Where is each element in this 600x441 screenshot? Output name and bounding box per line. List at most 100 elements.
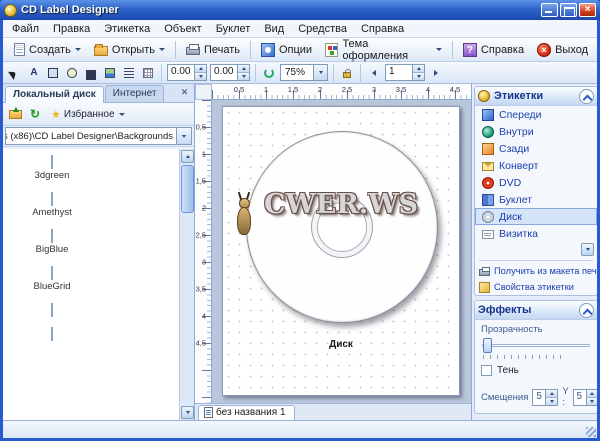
offset-y-spinner[interactable]: 5	[573, 389, 598, 406]
label-item-disc[interactable]: Диск	[475, 208, 597, 225]
grid-button[interactable]	[139, 64, 157, 82]
label-item-inside[interactable]: Внутри	[475, 123, 597, 140]
menu-booklet[interactable]: Буклет	[209, 21, 258, 37]
transparency-slider[interactable]	[481, 338, 591, 354]
label-page[interactable]: CWER.WS Диск	[222, 106, 460, 396]
tab-internet[interactable]: Интернет	[105, 85, 165, 102]
path-dropdown-button[interactable]	[176, 128, 191, 144]
menu-tools[interactable]: Средства	[291, 21, 354, 37]
label-item-dvd[interactable]: DVD	[475, 174, 597, 191]
label-item-booklet[interactable]: Буклет	[475, 191, 597, 208]
right-sidebar: Этикетки Спереди Внутри Сзади Конверт DV…	[471, 84, 600, 420]
thumbnail-image-amethyst[interactable]	[51, 192, 53, 206]
labels-icon	[478, 90, 490, 102]
thumbnail-image-3dgreen[interactable]	[51, 155, 53, 169]
close-button[interactable]: ×	[579, 3, 596, 17]
collapse-button[interactable]	[579, 303, 594, 318]
spin-buttons[interactable]	[545, 390, 557, 405]
ruler-tick-label: 2	[318, 85, 322, 94]
insert-rect-button[interactable]	[44, 64, 62, 82]
select-tool-button[interactable]	[6, 64, 24, 82]
align-button[interactable]	[120, 64, 138, 82]
insert-image-button[interactable]	[101, 64, 119, 82]
backgrounds-gallery: 3dgreen Amethyst BigBlue BlueGrid	[3, 149, 179, 420]
slider-thumb[interactable]	[483, 338, 492, 353]
favorites-button[interactable]: ★ Избранное	[46, 105, 130, 123]
y-position-value: 0.00	[211, 65, 237, 80]
spin-buttons[interactable]	[586, 390, 598, 405]
prev-page-button[interactable]	[365, 64, 383, 82]
next-page-button[interactable]	[427, 64, 445, 82]
background-thumbnail[interactable]	[12, 328, 92, 340]
y-position-spinner[interactable]: 0.00	[210, 64, 250, 81]
scroll-more-button[interactable]	[581, 243, 594, 256]
menu-view[interactable]: Вид	[257, 21, 291, 37]
background-thumbnail[interactable]: 3dgreen	[12, 156, 92, 181]
insert-line-button[interactable]	[82, 64, 100, 82]
label-item-back[interactable]: Сзади	[475, 140, 597, 157]
insert-text-button[interactable]: A	[25, 64, 43, 82]
ruler-tick-label: 3	[202, 258, 206, 267]
menu-help[interactable]: Справка	[354, 21, 411, 37]
cartoon-character[interactable]	[231, 193, 257, 239]
background-thumbnail[interactable]: BigBlue	[12, 230, 92, 255]
thumbnail-image-bluegrid[interactable]	[51, 266, 53, 280]
title-bar: CD Label Designer ×	[0, 0, 600, 20]
new-button-label: Создать	[29, 44, 71, 56]
help-button[interactable]: ?Справка	[457, 40, 530, 60]
minimize-button[interactable]	[541, 3, 558, 17]
scrollbar-thumb[interactable]	[181, 165, 194, 213]
design-canvas[interactable]: CWER.WS Диск	[212, 100, 471, 403]
scroll-up-button[interactable]	[181, 150, 194, 163]
thumbnail-image-mosaic[interactable]	[51, 303, 53, 317]
get-from-print-layout-link[interactable]: Получить из макета печати	[475, 263, 597, 279]
toolbar-separator	[360, 64, 361, 82]
panel-close-button[interactable]: ✕	[178, 86, 191, 99]
lock-button[interactable]	[338, 64, 356, 82]
spin-buttons[interactable]	[412, 65, 424, 80]
menu-label[interactable]: Этикетка	[97, 21, 157, 37]
insert-circle-button[interactable]	[63, 64, 81, 82]
theme-button[interactable]: Тема оформления	[319, 40, 448, 60]
background-thumbnail[interactable]: Amethyst	[12, 193, 92, 218]
page-spinner[interactable]: 1	[385, 64, 425, 81]
new-button[interactable]: Создать	[6, 40, 87, 60]
folder-up-button[interactable]	[6, 105, 24, 123]
options-button[interactable]: Опции	[255, 40, 318, 60]
background-thumbnail[interactable]: BlueGrid	[12, 267, 92, 292]
label-item-envelope[interactable]: Конверт	[475, 157, 597, 174]
gallery-scrollbar[interactable]	[179, 149, 194, 420]
label-item-front[interactable]: Спереди	[475, 106, 597, 123]
refresh-button[interactable]: ↻	[26, 105, 44, 123]
thumbnail-image-bigblue[interactable]	[51, 229, 53, 243]
tab-local-disk[interactable]: Локальный диск	[5, 86, 104, 103]
label-item-card[interactable]: Визитка	[475, 225, 597, 242]
background-thumbnail[interactable]	[12, 304, 92, 316]
exit-button[interactable]: ×Выход	[531, 40, 594, 60]
document-tab[interactable]: без названия 1	[198, 405, 295, 420]
zoom-combo[interactable]: 75%	[280, 64, 328, 81]
maximize-button[interactable]	[560, 3, 577, 17]
path-combo[interactable]: gram Files (x86)\CD Label Designer\Backg…	[5, 127, 192, 145]
thumbnail-image-mosaic[interactable]	[51, 327, 53, 341]
label-properties-link[interactable]: Свойства этикетки	[475, 279, 597, 295]
shadow-checkbox[interactable]	[481, 365, 492, 376]
thumbnail-caption: Amethyst	[12, 207, 92, 218]
menu-edit[interactable]: Правка	[46, 21, 97, 37]
menu-object[interactable]: Объект	[157, 21, 208, 37]
resize-grip[interactable]	[586, 427, 596, 437]
open-button[interactable]: Открыть	[88, 40, 171, 60]
label-item-text: Спереди	[499, 109, 542, 121]
print-button[interactable]: Печать	[180, 40, 246, 60]
rotate-button[interactable]	[260, 64, 278, 82]
spin-buttons[interactable]	[237, 65, 249, 80]
scroll-down-button[interactable]	[181, 406, 194, 419]
shadow-checkbox-row[interactable]: Тень	[481, 365, 591, 376]
disc-title-text[interactable]: CWER.WS	[223, 189, 459, 220]
menu-file[interactable]: Файл	[5, 21, 46, 37]
zoom-dropdown-button[interactable]	[313, 65, 327, 80]
x-position-spinner[interactable]: 0.00	[167, 64, 207, 81]
spin-buttons[interactable]	[194, 65, 206, 80]
offset-x-spinner[interactable]: 5	[532, 389, 558, 406]
collapse-button[interactable]	[579, 89, 594, 104]
